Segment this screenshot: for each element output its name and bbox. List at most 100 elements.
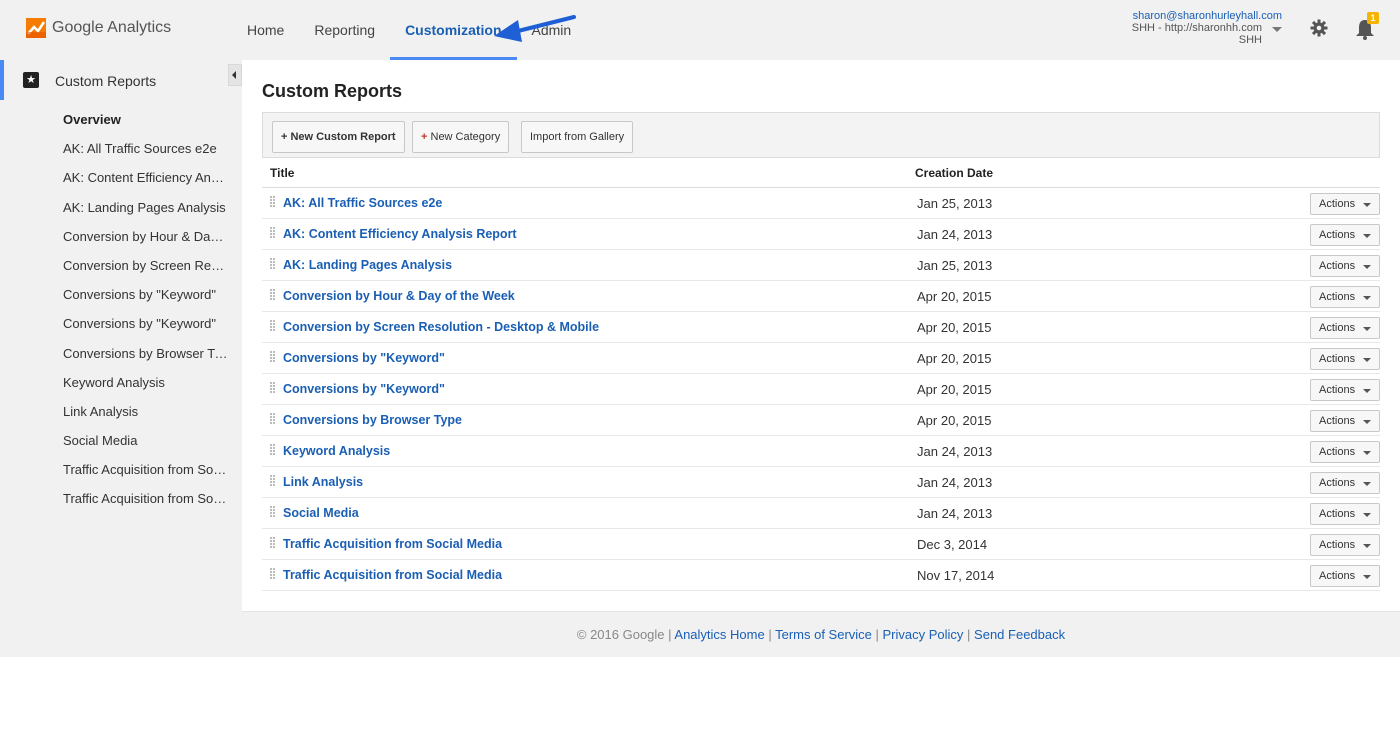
sidebar: ★ Custom Reports Overview AK: All Traffi… bbox=[0, 60, 242, 745]
actions-dropdown[interactable]: Actions bbox=[1310, 224, 1380, 246]
sidebar-collapse-button[interactable] bbox=[228, 64, 242, 86]
actions-dropdown[interactable]: Actions bbox=[1310, 534, 1380, 556]
sidebar-item[interactable]: Traffic Acquisition from Social Media bbox=[0, 455, 242, 484]
table-row: AK: Content Efficiency Analysis Report Ja… bbox=[262, 219, 1380, 250]
star-icon: ★ bbox=[23, 72, 39, 88]
drag-handle-icon[interactable] bbox=[270, 289, 276, 301]
sidebar-item[interactable]: Conversions by Browser Type bbox=[0, 339, 242, 368]
actions-dropdown[interactable]: Actions bbox=[1310, 317, 1380, 339]
drag-handle-icon[interactable] bbox=[270, 258, 276, 270]
drag-handle-icon[interactable] bbox=[270, 506, 276, 518]
report-title-link[interactable]: Conversions by Browser Type bbox=[283, 413, 462, 427]
actions-dropdown[interactable]: Actions bbox=[1310, 472, 1380, 494]
account-view: SHH bbox=[1238, 34, 1262, 46]
reports-table: Title Creation Date AK: All Traffic Sour… bbox=[262, 158, 1380, 591]
column-header-title[interactable]: Title bbox=[270, 166, 294, 180]
actions-dropdown[interactable]: Actions bbox=[1310, 565, 1380, 587]
column-header-creation-date[interactable]: Creation Date bbox=[915, 166, 993, 180]
report-title-link[interactable]: Social Media bbox=[283, 506, 359, 520]
report-title-link[interactable]: Conversion by Screen Resolution - Deskto… bbox=[283, 320, 599, 334]
table-row: AK: Landing Pages Analysis Jan 25, 2013 Ac… bbox=[262, 250, 1380, 281]
sidebar-item[interactable]: Conversions by "Keyword" bbox=[0, 280, 242, 309]
drag-handle-icon[interactable] bbox=[270, 568, 276, 580]
actions-dropdown[interactable]: Actions bbox=[1310, 441, 1380, 463]
footer-separator: | bbox=[764, 627, 776, 642]
drag-handle-icon[interactable] bbox=[270, 475, 276, 487]
report-title-link[interactable]: Conversions by "Keyword" bbox=[283, 351, 445, 365]
chevron-down-icon bbox=[1272, 27, 1282, 32]
account-email: sharon@sharonhurleyhall.com bbox=[1132, 10, 1282, 22]
actions-dropdown[interactable]: Actions bbox=[1310, 193, 1380, 215]
report-title-link[interactable]: Conversions by "Keyword" bbox=[283, 382, 445, 396]
sidebar-item[interactable]: Traffic Acquisition from Social Media bbox=[0, 484, 242, 513]
nav-admin[interactable]: Admin bbox=[517, 0, 587, 60]
creation-date: Jan 24, 2013 bbox=[917, 475, 993, 490]
nav-customization[interactable]: Customization bbox=[390, 0, 517, 60]
footer-link-feedback[interactable]: Send Feedback bbox=[974, 627, 1065, 642]
table-row: Social Media Jan 24, 2013 Actions bbox=[262, 498, 1380, 529]
drag-handle-icon[interactable] bbox=[270, 382, 276, 394]
sidebar-header-custom-reports[interactable]: ★ Custom Reports bbox=[0, 60, 242, 100]
sidebar-item[interactable]: Link Analysis bbox=[0, 397, 242, 426]
table-header: Title Creation Date bbox=[262, 158, 1380, 188]
report-title-link[interactable]: Keyword Analysis bbox=[283, 444, 390, 458]
actions-dropdown[interactable]: Actions bbox=[1310, 255, 1380, 277]
report-title-link[interactable]: AK: Landing Pages Analysis bbox=[283, 258, 452, 272]
logo[interactable]: Google Analytics bbox=[26, 18, 171, 38]
sidebar-item[interactable]: Social Media bbox=[0, 426, 242, 455]
creation-date: Jan 24, 2013 bbox=[917, 444, 993, 459]
drag-handle-icon[interactable] bbox=[270, 444, 276, 456]
report-title-link[interactable]: Conversion by Hour & Day of the Week bbox=[283, 289, 515, 303]
drag-handle-icon[interactable] bbox=[270, 537, 276, 549]
table-row: AK: All Traffic Sources e2e Jan 25, 2013 A… bbox=[262, 188, 1380, 219]
actions-dropdown[interactable]: Actions bbox=[1310, 348, 1380, 370]
actions-dropdown[interactable]: Actions bbox=[1310, 503, 1380, 525]
account-selector[interactable]: sharon@sharonhurleyhall.com SHH - http:/… bbox=[1132, 10, 1282, 46]
drag-handle-icon[interactable] bbox=[270, 227, 276, 239]
table-body: AK: All Traffic Sources e2e Jan 25, 2013 A… bbox=[262, 188, 1380, 591]
nav-home[interactable]: Home bbox=[232, 0, 299, 60]
page-title: Custom Reports bbox=[262, 81, 403, 101]
report-title-link[interactable]: Traffic Acquisition from Social Media bbox=[283, 568, 502, 582]
actions-dropdown[interactable]: Actions bbox=[1310, 410, 1380, 432]
new-category-button[interactable]: + New Category bbox=[412, 121, 510, 153]
table-row: Conversion by Screen Resolution - Deskto… bbox=[262, 312, 1380, 343]
sidebar-item[interactable]: Conversion by Screen Resolution - Deskto… bbox=[0, 251, 242, 280]
drag-handle-icon[interactable] bbox=[270, 196, 276, 208]
creation-date: Jan 24, 2013 bbox=[917, 506, 993, 521]
creation-date: Apr 20, 2015 bbox=[917, 320, 992, 335]
footer-separator: | bbox=[871, 627, 883, 642]
drag-handle-icon[interactable] bbox=[270, 413, 276, 425]
footer-link-analytics-home[interactable]: Analytics Home bbox=[674, 627, 764, 642]
actions-dropdown[interactable]: Actions bbox=[1310, 379, 1380, 401]
creation-date: Dec 3, 2014 bbox=[917, 537, 988, 552]
report-title-link[interactable]: AK: Content Efficiency Analysis Report bbox=[283, 227, 517, 241]
sidebar-item[interactable]: Conversion by Hour & Day of the Week bbox=[0, 222, 242, 251]
creation-date: Apr 20, 2015 bbox=[917, 413, 992, 428]
actions-dropdown[interactable]: Actions bbox=[1310, 286, 1380, 308]
creation-date: Apr 20, 2015 bbox=[917, 351, 992, 366]
notification-badge: 1 bbox=[1367, 12, 1379, 24]
table-row: Traffic Acquisition from Social Media Nov… bbox=[262, 560, 1380, 591]
sidebar-item[interactable]: Keyword Analysis bbox=[0, 368, 242, 397]
nav-reporting[interactable]: Reporting bbox=[299, 0, 390, 60]
footer-link-privacy[interactable]: Privacy Policy bbox=[883, 627, 964, 642]
sidebar-item[interactable]: Conversions by "Keyword" bbox=[0, 309, 242, 338]
import-from-gallery-button[interactable]: Import from Gallery bbox=[521, 121, 634, 153]
gear-icon[interactable] bbox=[1310, 19, 1328, 37]
logo-text: Google Analytics bbox=[52, 19, 172, 36]
sidebar-item[interactable]: AK: Content Efficiency Analysis Report bbox=[0, 163, 242, 192]
report-title-link[interactable]: Link Analysis bbox=[283, 475, 363, 489]
sidebar-item[interactable]: AK: Landing Pages Analysis bbox=[0, 193, 242, 222]
drag-handle-icon[interactable] bbox=[270, 320, 276, 332]
report-title-link[interactable]: Traffic Acquisition from Social Media bbox=[283, 537, 502, 551]
footer-separator: | bbox=[963, 627, 975, 642]
sidebar-item-overview[interactable]: Overview bbox=[0, 105, 242, 134]
footer-link-terms[interactable]: Terms of Service bbox=[775, 627, 872, 642]
sidebar-item[interactable]: AK: All Traffic Sources e2e bbox=[0, 134, 242, 163]
drag-handle-icon[interactable] bbox=[270, 351, 276, 363]
table-row: Conversions by Browser Type Apr 20, 2015 A… bbox=[262, 405, 1380, 436]
creation-date: Apr 20, 2015 bbox=[917, 382, 992, 397]
new-custom-report-button[interactable]: + New Custom Report bbox=[272, 121, 405, 153]
report-title-link[interactable]: AK: All Traffic Sources e2e bbox=[283, 196, 442, 210]
